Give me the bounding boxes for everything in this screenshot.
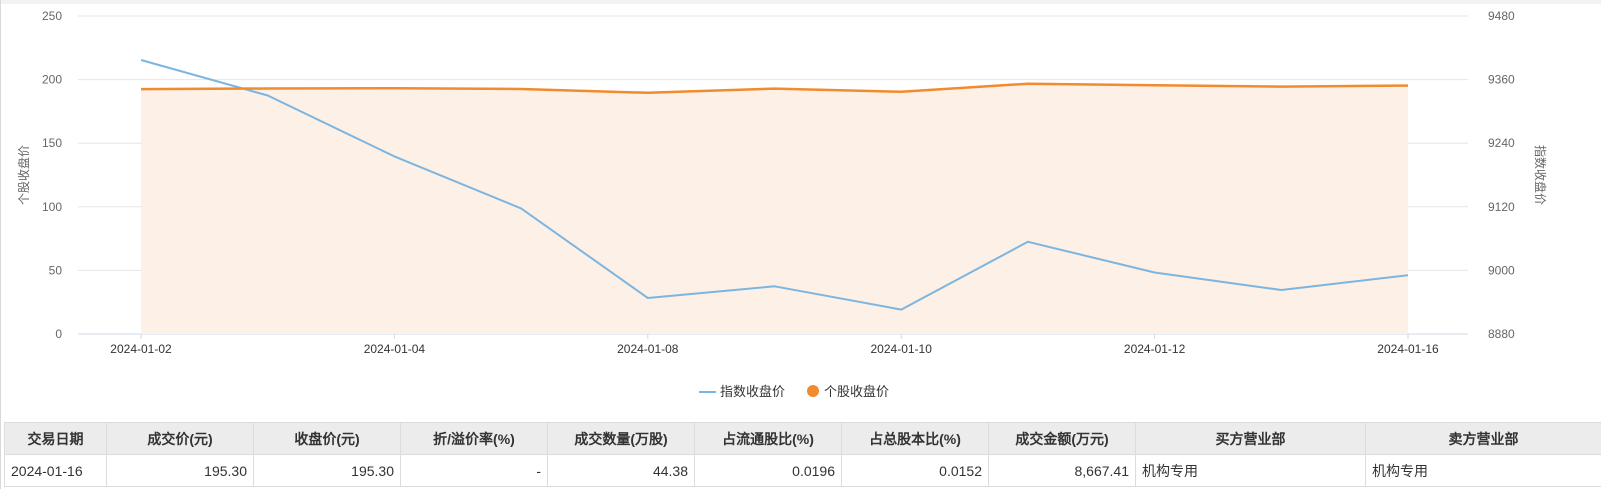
legend-label-stock: 个股收盘价 — [824, 384, 889, 399]
legend-dot-marker — [807, 385, 819, 397]
header-total-ratio[interactable]: 占总股本比(%) — [841, 422, 989, 455]
trade-table-container: 交易日期 成交价(元) 收盘价(元) 折/溢价率(%) 成交数量(万股) 占流通… — [4, 422, 1601, 487]
stock-area-layer — [141, 83, 1408, 334]
y-left-tick-label: 0 — [55, 327, 62, 341]
header-volume[interactable]: 成交数量(万股) — [547, 422, 695, 455]
header-buyer[interactable]: 买方营业部 — [1135, 422, 1366, 455]
header-float-ratio[interactable]: 占流通股比(%) — [694, 422, 842, 455]
y-right-tick-label: 8880 — [1488, 327, 1515, 341]
cell-float-ratio: 0.0196 — [694, 454, 842, 487]
y-right-tick-label: 9360 — [1488, 73, 1515, 87]
cell-total-ratio: 0.0152 — [841, 454, 989, 487]
y-right-tick-label: 9480 — [1488, 9, 1515, 23]
cell-deal-price: 195.30 — [106, 454, 254, 487]
y-axis-right: 8880 9000 9120 9240 9360 9480 — [1488, 9, 1515, 341]
table-row: 2024-01-16 195.30 195.30 - 44.38 0.0196 … — [4, 454, 1601, 487]
cell-close-price: 195.30 — [253, 454, 401, 487]
y-right-tick-label: 9240 — [1488, 136, 1515, 150]
x-tick-label: 2024-01-04 — [364, 342, 426, 356]
price-chart: 2024-01-02 2024-01-04 2024-01-08 2024-01-10… — [16, 9, 1548, 399]
header-amount[interactable]: 成交金额(万元) — [988, 422, 1136, 455]
legend-item-index[interactable]: 指数收盘价 — [699, 384, 785, 399]
y-right-tick-label: 9120 — [1488, 200, 1515, 214]
y-left-tick-label: 100 — [42, 200, 62, 214]
y-left-tick-label: 150 — [42, 136, 62, 150]
legend-item-stock[interactable]: 个股收盘价 — [807, 384, 889, 399]
series-area-1 — [141, 83, 1408, 334]
cell-volume: 44.38 — [547, 454, 695, 487]
y-right-tick-label: 9000 — [1488, 263, 1515, 277]
y-axis-left-title: 个股收盘价 — [16, 145, 31, 205]
x-axis: 2024-01-02 2024-01-04 2024-01-08 2024-01-10… — [110, 334, 1439, 356]
x-tick-label: 2024-01-12 — [1124, 342, 1186, 356]
y-axis-left: 0 50 100 150 200 250 — [42, 9, 62, 341]
table-header-row: 交易日期 成交价(元) 收盘价(元) 折/溢价率(%) 成交数量(万股) 占流通… — [4, 422, 1601, 455]
cell-premium-rate: - — [400, 454, 548, 487]
header-close-price[interactable]: 收盘价(元) — [253, 422, 401, 455]
cell-trade-date: 2024-01-16 — [4, 454, 107, 487]
x-tick-label: 2024-01-16 — [1377, 342, 1439, 356]
y-axis-right-title: 指数收盘价 — [1533, 145, 1548, 205]
y-left-tick-label: 50 — [49, 263, 63, 277]
x-tick-label: 2024-01-08 — [617, 342, 679, 356]
header-trade-date[interactable]: 交易日期 — [4, 422, 107, 455]
y-left-tick-label: 250 — [42, 9, 62, 23]
legend: 指数收盘价 个股收盘价 — [699, 384, 889, 399]
legend-label-index: 指数收盘价 — [720, 384, 785, 399]
header-seller[interactable]: 卖方营业部 — [1365, 422, 1601, 455]
cell-buyer[interactable]: 机构专用 — [1135, 454, 1366, 487]
header-deal-price[interactable]: 成交价(元) — [106, 422, 254, 455]
cell-amount: 8,667.41 — [988, 454, 1136, 487]
trade-table: 交易日期 成交价(元) 收盘价(元) 折/溢价率(%) 成交数量(万股) 占流通… — [4, 422, 1601, 487]
x-tick-label: 2024-01-10 — [871, 342, 933, 356]
header-premium-rate[interactable]: 折/溢价率(%) — [400, 422, 548, 455]
y-left-tick-label: 200 — [42, 73, 62, 87]
x-tick-label: 2024-01-02 — [110, 342, 172, 356]
cell-seller[interactable]: 机构专用 — [1365, 454, 1601, 487]
